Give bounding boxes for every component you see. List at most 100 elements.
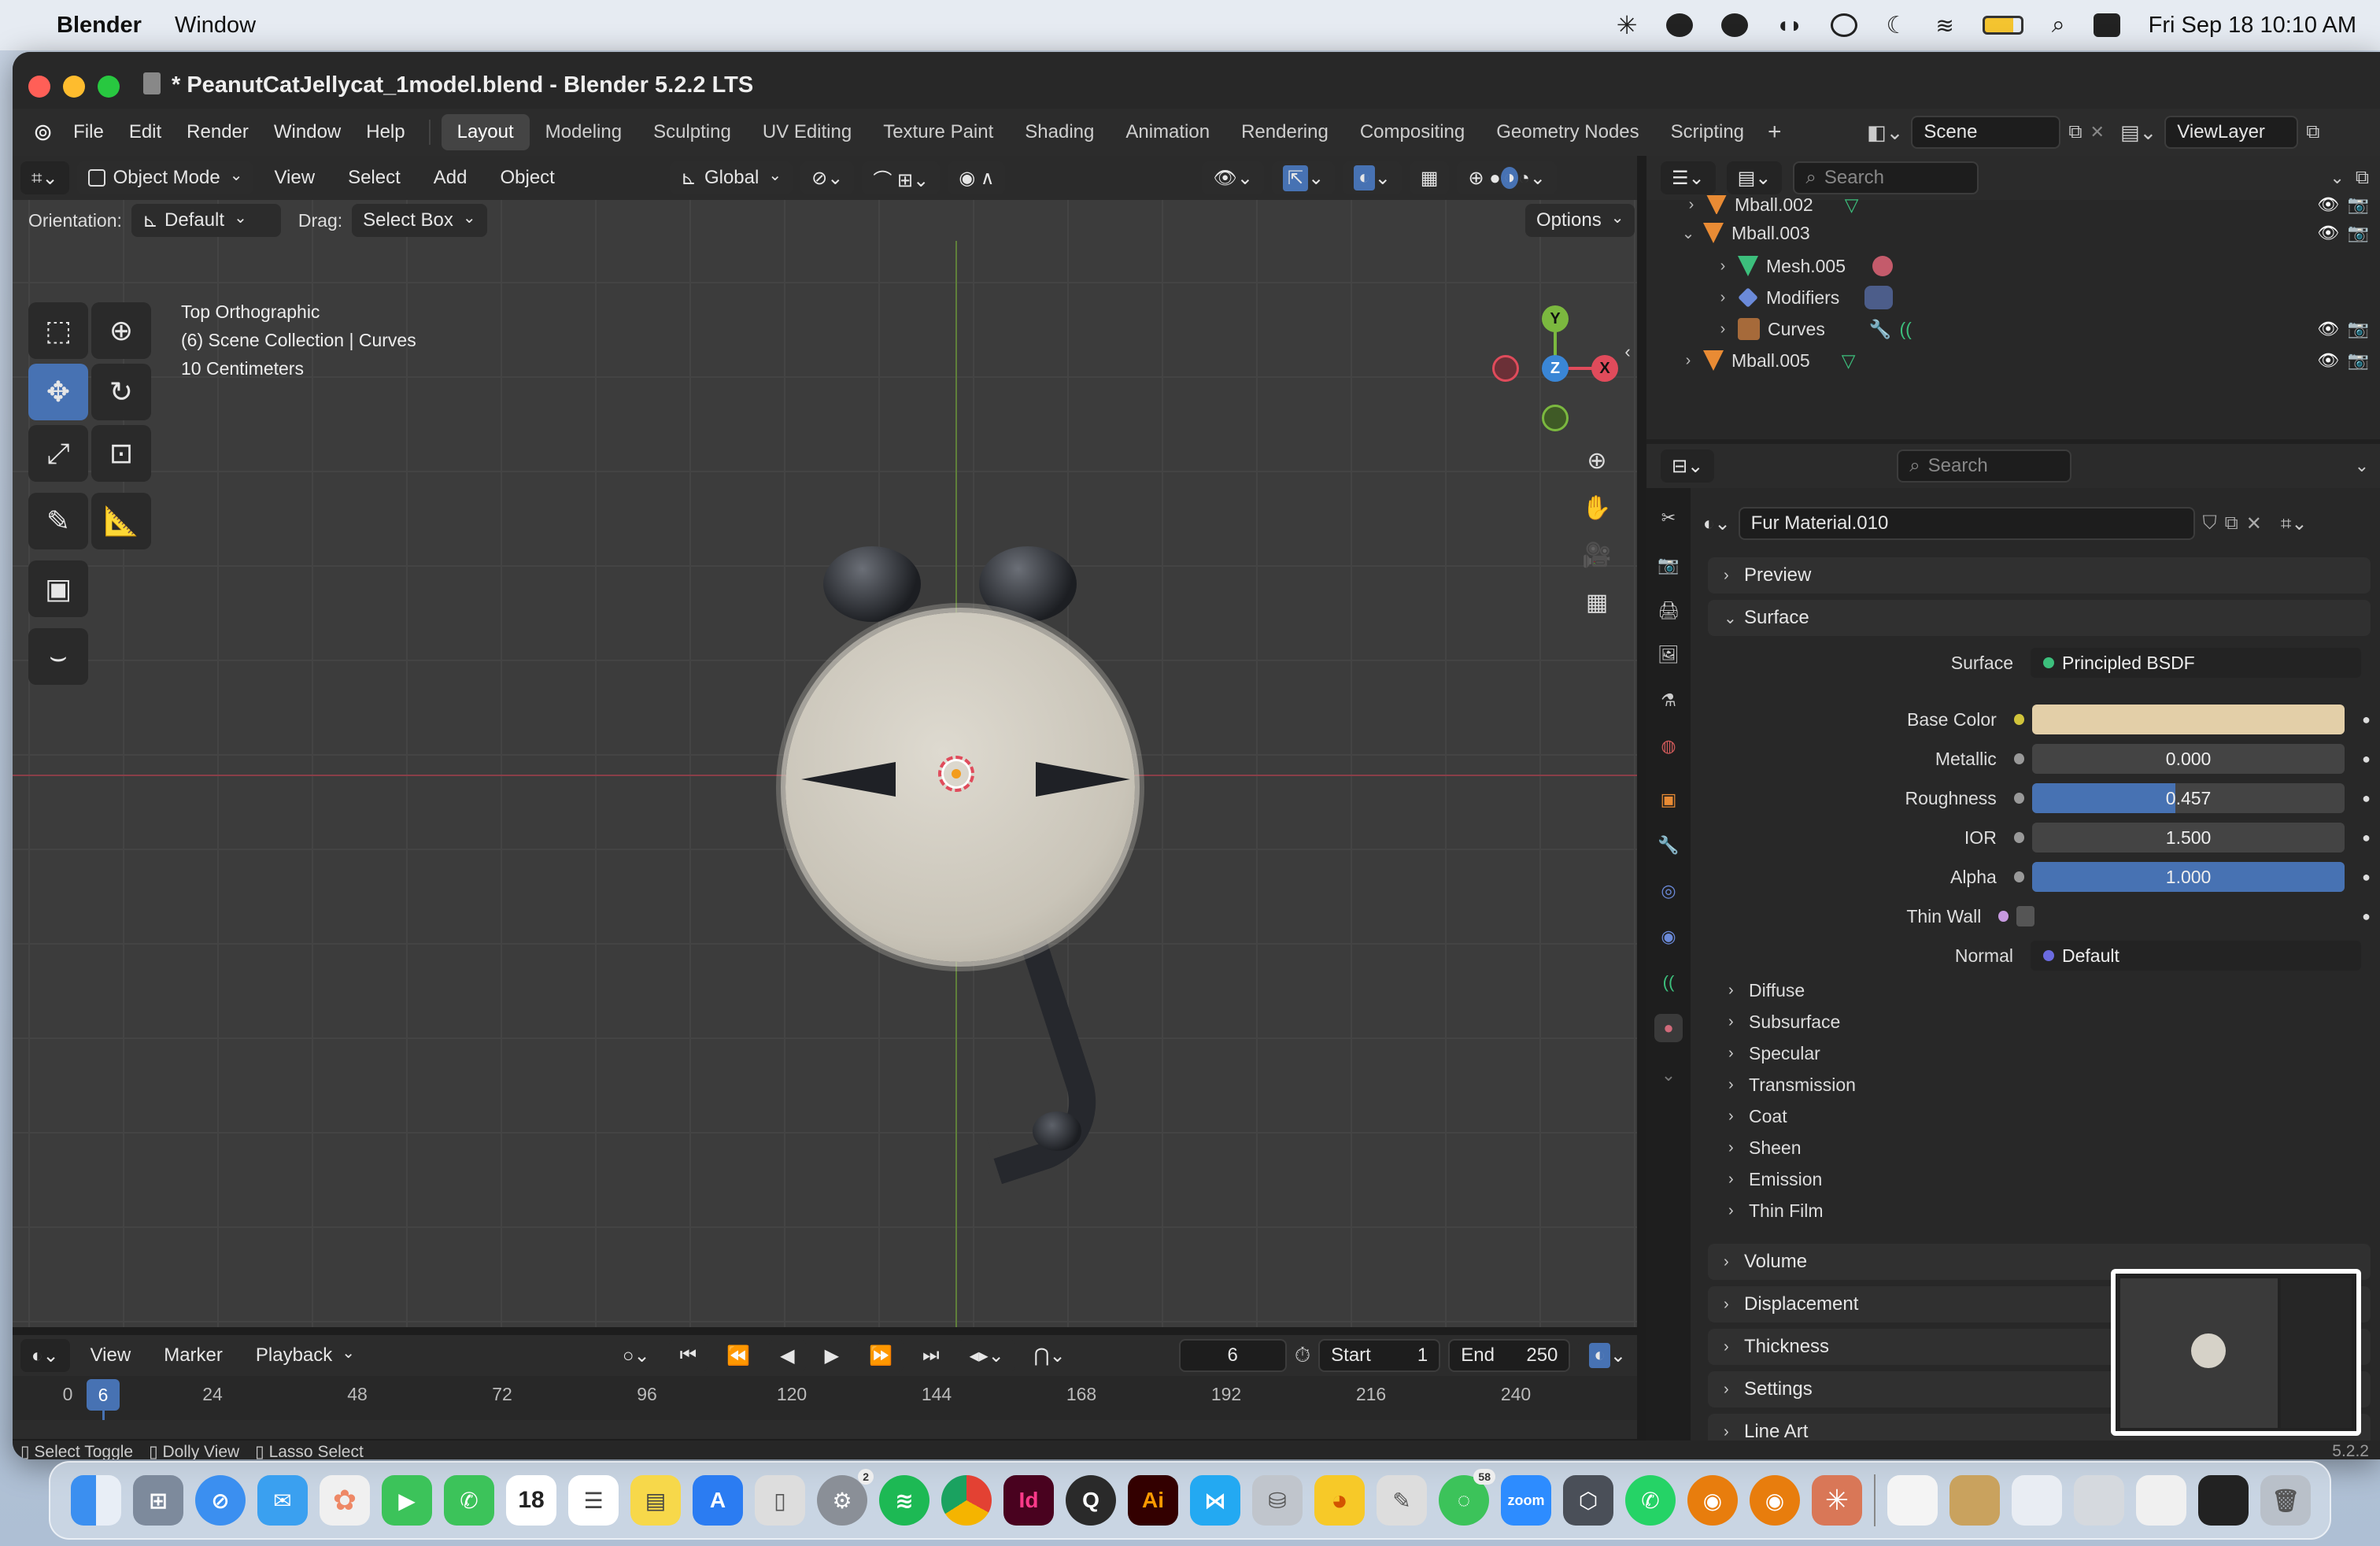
scene-field[interactable]: Scene xyxy=(1911,116,2061,149)
illustrator-icon[interactable]: Ai xyxy=(1128,1475,1178,1526)
filter-icon[interactable]: ⌄ xyxy=(2330,168,2344,188)
jump-start-icon[interactable]: ⏮ xyxy=(668,1339,708,1372)
gizmo-y[interactable]: Y xyxy=(1542,305,1569,332)
select-box-tool[interactable]: ⬚ xyxy=(28,302,88,359)
system-settings-icon[interactable]: ⚙ 2 xyxy=(817,1469,874,1526)
properties-options-icon[interactable]: ⌄ xyxy=(2355,456,2369,476)
play-icon[interactable] xyxy=(1831,13,1858,37)
playhead[interactable]: 6 xyxy=(87,1379,120,1411)
expand-icon[interactable]: › xyxy=(1713,289,1733,307)
menu-help[interactable]: Help xyxy=(353,114,417,150)
pivot-icon[interactable]: ⊘⌄ xyxy=(800,161,855,194)
display-mode-icon[interactable]: ▤⌄ xyxy=(1726,161,1783,194)
record-icon[interactable]: ○⌄ xyxy=(612,1339,661,1372)
zoom-app-icon[interactable]: zoom xyxy=(1501,1475,1551,1526)
trash-icon[interactable]: 🗑 xyxy=(2260,1475,2311,1526)
start-frame-field[interactable]: Start 1 xyxy=(1318,1339,1441,1372)
package-icon[interactable]: ⬡ xyxy=(1563,1475,1613,1526)
measure-tool[interactable]: 📐 xyxy=(91,493,151,549)
outliner-row-mball-002[interactable]: › Mball.002 ▽ 👁 📷 xyxy=(1646,195,2380,214)
mail-icon[interactable]: ✉ xyxy=(257,1475,308,1526)
tab-rendering[interactable]: Rendering xyxy=(1225,114,1344,150)
outliner-row-mesh-005[interactable]: › Mesh.005 xyxy=(1646,250,2380,282)
scale-tool[interactable]: ⤢ xyxy=(28,425,88,482)
view-layer-icon[interactable]: ▤⌄ xyxy=(2120,120,2156,145)
menu-window[interactable]: Window xyxy=(261,114,353,150)
app-menu[interactable]: Blender xyxy=(57,13,142,39)
play-icon[interactable]: ▶ xyxy=(813,1339,851,1372)
claude-icon[interactable]: ✳ xyxy=(1812,1475,1862,1526)
subpanel-transmission[interactable]: › Transmission xyxy=(1728,1069,1856,1100)
outliner-search-input[interactable]: ⌕ Search xyxy=(1793,161,1979,194)
xray-icon[interactable]: ▦ xyxy=(1409,161,1450,194)
expand-icon[interactable]: › xyxy=(1713,320,1733,338)
view-layer-field[interactable]: ViewLayer xyxy=(2164,116,2299,149)
surface-shader-field[interactable]: Principled BSDF xyxy=(2031,648,2361,678)
editor-type-icon[interactable]: ⌗⌄ xyxy=(20,161,69,194)
gizmo-neg-y[interactable] xyxy=(1542,405,1569,431)
timeline-menu-playback[interactable]: Playback xyxy=(243,1337,368,1374)
blender-app-2-icon[interactable]: ◉ xyxy=(1750,1475,1800,1526)
sidebar-toggle-icon[interactable]: ‹ xyxy=(1618,334,1637,370)
zoom-view-icon[interactable]: ⊕ xyxy=(1579,442,1615,479)
control-center-icon[interactable] xyxy=(2093,13,2120,37)
material-name-field[interactable]: Fur Material.010 xyxy=(1738,507,2195,540)
phone-icon[interactable]: ✆ xyxy=(444,1475,494,1526)
shading-mode-icon[interactable]: ⊕ ● ◑ ◔⌄ xyxy=(1457,161,1557,194)
visibility-icon[interactable]: 👁⌄ xyxy=(1202,161,1264,194)
keyframe-dot-icon[interactable]: ● xyxy=(2362,869,2371,886)
ortho-toggle-icon[interactable]: ▦ xyxy=(1579,584,1615,620)
whatsapp-icon[interactable]: ✆ xyxy=(1625,1475,1676,1526)
outliner-row-modifiers[interactable]: › Modifiers xyxy=(1646,282,2380,313)
timeline-editor-icon[interactable]: ◐⌄ xyxy=(20,1339,70,1372)
chrome-icon[interactable] xyxy=(941,1475,992,1526)
properties-editor-icon[interactable]: ⊟⌄ xyxy=(1661,449,1715,483)
material-browse-icon[interactable]: ◐⌄ xyxy=(1703,512,1731,535)
outliner-row-mball-005[interactable]: › Mball.005 ▽ 👁 📷 xyxy=(1646,345,2380,376)
thin-wall-checkbox[interactable] xyxy=(2016,906,2035,926)
doc-thumbnail-3-icon[interactable] xyxy=(2074,1475,2124,1526)
duplicate-material-icon[interactable]: ⧉ xyxy=(2225,512,2238,534)
material-tab-icon[interactable]: ● xyxy=(1654,1014,1683,1042)
airpods-icon[interactable]: ◖◗ xyxy=(1776,13,1803,38)
mode-selector[interactable]: Object Mode xyxy=(76,161,254,194)
prev-keyframe-icon[interactable]: ⏪ xyxy=(715,1339,762,1372)
unlink-material-icon[interactable]: ✕ xyxy=(2246,512,2262,535)
menu-select[interactable]: Select xyxy=(335,160,413,196)
render-camera-icon[interactable]: 📷 xyxy=(2348,195,2369,214)
spotlight-search-icon[interactable]: ⌕ xyxy=(2052,12,2065,39)
tab-animation[interactable]: Animation xyxy=(1110,114,1225,150)
preview-doc-icon[interactable] xyxy=(1887,1475,1938,1526)
tab-shading[interactable]: Shading xyxy=(1009,114,1110,150)
render-camera-icon[interactable]: 📷 xyxy=(2348,319,2369,339)
subpanel-thin-film[interactable]: › Thin Film xyxy=(1728,1195,1824,1226)
tab-layout[interactable]: Layout xyxy=(441,114,530,150)
zoom-window-button[interactable] xyxy=(98,76,120,98)
calendar-icon[interactable]: 18 xyxy=(506,1475,556,1526)
expand-icon[interactable]: › xyxy=(1678,352,1698,370)
quicktime-icon[interactable]: Q xyxy=(1066,1475,1116,1526)
play-reverse-icon[interactable]: ◀ xyxy=(769,1339,806,1372)
new-view-layer-icon[interactable]: ⧉ xyxy=(2306,121,2319,143)
physics-tab-icon[interactable]: ◉ xyxy=(1654,923,1683,951)
photos-icon[interactable]: ✿ xyxy=(320,1475,370,1526)
minimize-window-button[interactable] xyxy=(63,76,85,98)
disk-utility-icon[interactable]: ⛁ xyxy=(1252,1475,1303,1526)
subpanel-coat[interactable]: › Coat xyxy=(1728,1100,1787,1132)
indesign-icon[interactable]: Id xyxy=(1003,1475,1054,1526)
subpanel-emission[interactable]: › Emission xyxy=(1728,1163,1822,1195)
object-tab-icon[interactable]: ▣ xyxy=(1654,786,1683,814)
tab-modeling[interactable]: Modeling xyxy=(530,114,638,150)
wifi-icon[interactable]: ≋ xyxy=(1935,13,1953,39)
menu-file[interactable]: File xyxy=(61,114,116,150)
transform-orientation[interactable]: ⊾ Global xyxy=(669,161,793,194)
notes-icon[interactable]: ▤ xyxy=(630,1475,681,1526)
keyframe-dot-icon[interactable]: ● xyxy=(2362,830,2371,846)
panel-preview[interactable]: › Preview xyxy=(1708,557,2371,594)
end-frame-field[interactable]: End 250 xyxy=(1448,1339,1571,1372)
subpanel-sheen[interactable]: › Sheen xyxy=(1728,1132,1802,1163)
subpanel-specular[interactable]: › Specular xyxy=(1728,1037,1820,1069)
view-layer-tab-icon[interactable]: 🖼 xyxy=(1654,641,1683,669)
tab-texture-paint[interactable]: Texture Paint xyxy=(867,114,1009,150)
timeline-ruler[interactable]: 0 6 24 48 72 96 120 144 168 192 216 240 xyxy=(13,1376,1637,1420)
